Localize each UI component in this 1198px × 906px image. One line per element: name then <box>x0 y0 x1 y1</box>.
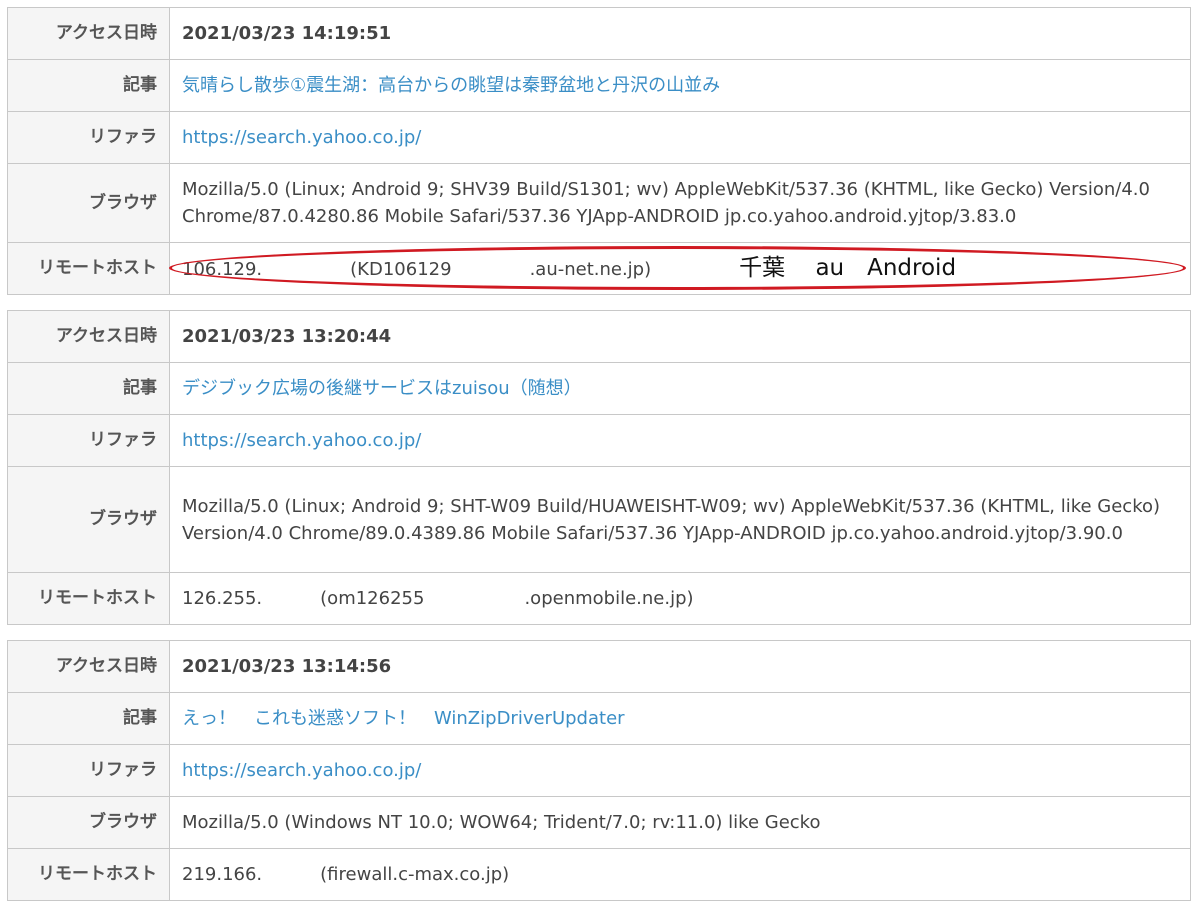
row-remote-host: リモートホスト 219.166. (firewall.c-max.co.jp) <box>7 848 1191 901</box>
article-cell: 気晴らし散歩①震生湖：高台からの眺望は秦野盆地と丹沢の山並み <box>169 59 1191 112</box>
label-remote-host: リモートホスト <box>7 848 170 901</box>
referrer-link[interactable]: https://search.yahoo.co.jp/ <box>182 430 421 451</box>
row-browser: ブラウザ Mozilla/5.0 (Linux; Android 9; SHV3… <box>7 163 1191 243</box>
row-article: 記事 えっ！ これも迷惑ソフト！ WinZipDriverUpdater <box>7 692 1191 745</box>
remote-host-ip: 106.129. <box>182 258 263 280</box>
label-access-datetime: アクセス日時 <box>7 310 170 363</box>
label-browser: ブラウザ <box>7 796 170 849</box>
access-log-entry: アクセス日時 2021/03/23 13:20:44 記事 デジブック広場の後継… <box>7 310 1191 625</box>
row-article: 記事 気晴らし散歩①震生湖：高台からの眺望は秦野盆地と丹沢の山並み <box>7 59 1191 112</box>
row-access-datetime: アクセス日時 2021/03/23 14:19:51 <box>7 7 1191 60</box>
access-datetime-value: 2021/03/23 14:19:51 <box>169 7 1191 60</box>
access-log-entry: アクセス日時 2021/03/23 13:14:56 記事 えっ！ これも迷惑ソ… <box>7 640 1191 901</box>
row-remote-host: リモートホスト 106.129. (KD106129 .au-net.ne.jp) 千… <box>7 242 1191 295</box>
remote-host-name-start: (KD106129 <box>350 258 452 280</box>
remote-host-name-start: (firewall.c-max.co.jp) <box>320 864 510 885</box>
label-referrer: リファラ <box>7 414 170 467</box>
article-link[interactable]: えっ！ これも迷惑ソフト！ WinZipDriverUpdater <box>182 708 625 729</box>
label-browser: ブラウザ <box>7 466 170 573</box>
access-datetime-value: 2021/03/23 13:14:56 <box>169 640 1191 693</box>
article-link[interactable]: 気晴らし散歩①震生湖：高台からの眺望は秦野盆地と丹沢の山並み <box>182 75 720 96</box>
referrer-cell: https://search.yahoo.co.jp/ <box>169 111 1191 164</box>
browser-value: Mozilla/5.0 (Linux; Android 9; SHV39 Bui… <box>169 163 1191 243</box>
remote-host-ip: 219.166. <box>182 864 263 885</box>
row-browser: ブラウザ Mozilla/5.0 (Linux; Android 9; SHT-… <box>7 466 1191 573</box>
row-article: 記事 デジブック広場の後継サービスはzuisou（随想） <box>7 362 1191 415</box>
referrer-cell: https://search.yahoo.co.jp/ <box>169 414 1191 467</box>
article-link[interactable]: デジブック広場の後継サービスはzuisou（随想） <box>182 378 582 399</box>
remote-host-cell: 126.255. (om126255 .openmobile.ne.jp) <box>169 572 1191 625</box>
row-referrer: リファラ https://search.yahoo.co.jp/ <box>7 744 1191 797</box>
access-datetime-value: 2021/03/23 13:20:44 <box>169 310 1191 363</box>
label-access-datetime: アクセス日時 <box>7 7 170 60</box>
row-browser: ブラウザ Mozilla/5.0 (Windows NT 10.0; WOW64… <box>7 796 1191 849</box>
row-referrer: リファラ https://search.yahoo.co.jp/ <box>7 111 1191 164</box>
referrer-link[interactable]: https://search.yahoo.co.jp/ <box>182 760 421 781</box>
label-article: 記事 <box>7 362 170 415</box>
row-access-datetime: アクセス日時 2021/03/23 13:14:56 <box>7 640 1191 693</box>
label-browser: ブラウザ <box>7 163 170 243</box>
label-remote-host: リモートホスト <box>7 572 170 625</box>
label-access-datetime: アクセス日時 <box>7 640 170 693</box>
remote-host-name-start: (om126255 <box>320 588 425 609</box>
access-log-entry: アクセス日時 2021/03/23 14:19:51 記事 気晴らし散歩①震生湖… <box>7 7 1191 295</box>
remote-host-cell: 219.166. (firewall.c-max.co.jp) <box>169 848 1191 901</box>
row-remote-host: リモートホスト 126.255. (om126255 .openmobile.ne.… <box>7 572 1191 625</box>
remote-host-name-end: .openmobile.ne.jp) <box>524 588 694 609</box>
remote-host-cell: 106.129. (KD106129 .au-net.ne.jp) 千葉 au And… <box>169 242 1191 295</box>
article-cell: デジブック広場の後継サービスはzuisou（随想） <box>169 362 1191 415</box>
label-referrer: リファラ <box>7 111 170 164</box>
referrer-link[interactable]: https://search.yahoo.co.jp/ <box>182 127 421 148</box>
label-article: 記事 <box>7 59 170 112</box>
row-access-datetime: アクセス日時 2021/03/23 13:20:44 <box>7 310 1191 363</box>
label-remote-host: リモートホスト <box>7 242 170 295</box>
remote-host-name-end: .au-net.ne.jp) <box>529 258 652 280</box>
browser-value: Mozilla/5.0 (Windows NT 10.0; WOW64; Tri… <box>169 796 1191 849</box>
label-referrer: リファラ <box>7 744 170 797</box>
browser-value: Mozilla/5.0 (Linux; Android 9; SHT-W09 B… <box>169 466 1191 573</box>
article-cell: えっ！ これも迷惑ソフト！ WinZipDriverUpdater <box>169 692 1191 745</box>
remote-host-ip: 126.255. <box>182 588 263 609</box>
location-annotation: 千葉 au Android <box>739 254 957 281</box>
referrer-cell: https://search.yahoo.co.jp/ <box>169 744 1191 797</box>
row-referrer: リファラ https://search.yahoo.co.jp/ <box>7 414 1191 467</box>
label-article: 記事 <box>7 692 170 745</box>
